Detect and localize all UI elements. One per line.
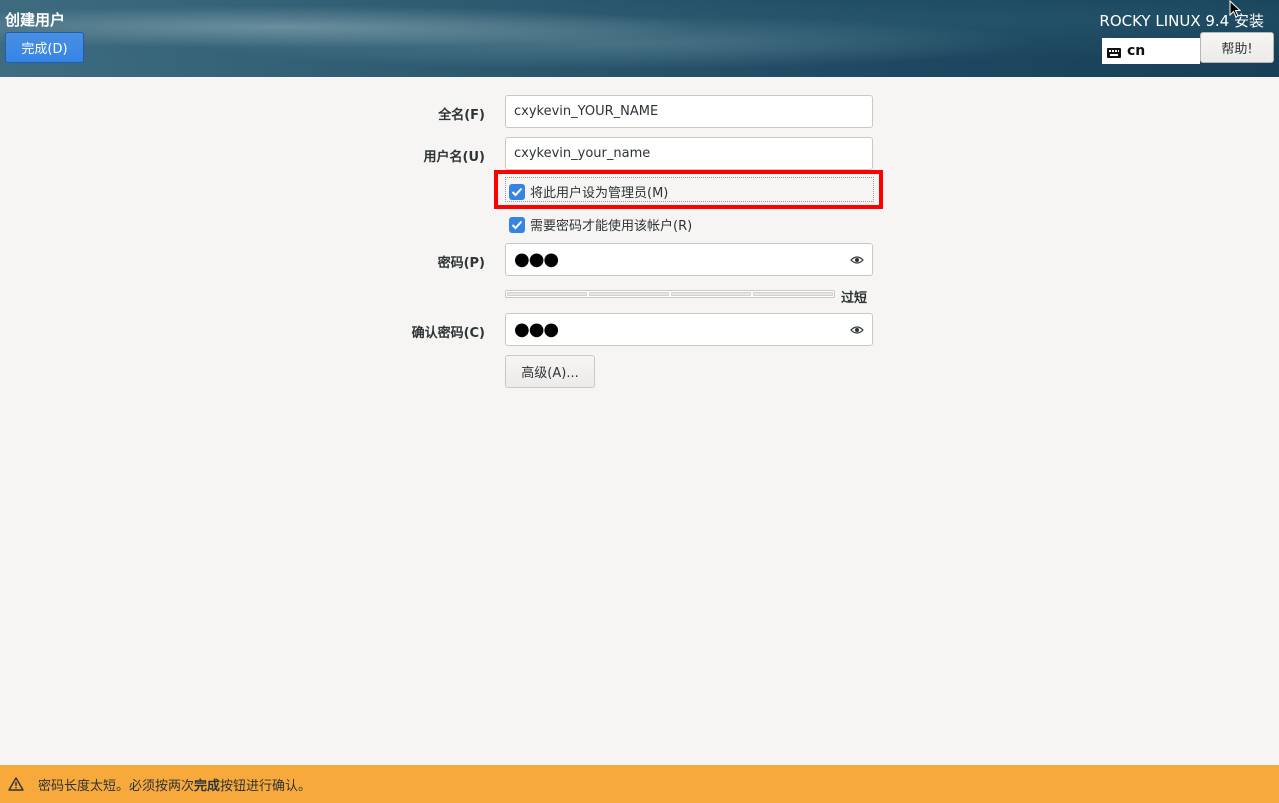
password-value: ●●● (514, 249, 559, 270)
warning-text-suffix: 按钮进行确认。 (220, 778, 312, 794)
warning-text: 密码长度太短。必须按两次完成按钮进行确认。 (38, 775, 311, 794)
strength-segment (671, 292, 751, 296)
confirm-password-field[interactable]: ●●● (505, 313, 873, 346)
username-field[interactable]: cxykevin_your_name (505, 137, 873, 170)
username-label: 用户名(U) (423, 150, 485, 165)
keyboard-layout-label: cn (1127, 43, 1146, 59)
strength-segment (507, 292, 587, 296)
require-password-checkbox[interactable]: 需要密码才能使用该帐户(R) (509, 215, 692, 234)
show-password-eye-icon[interactable] (850, 254, 864, 269)
fullname-value: cxykevin_YOUR_NAME (514, 104, 659, 119)
mouse-pointer-icon (1229, 0, 1242, 22)
password-strength-meter (505, 290, 835, 298)
password-field[interactable]: ●●● (505, 243, 873, 276)
confirm-password-value: ●●● (514, 319, 559, 340)
warning-text-bold: 完成 (194, 778, 221, 794)
annotation-highlight-box (494, 170, 883, 209)
keyboard-layout-indicator[interactable]: cn (1102, 38, 1200, 64)
help-button[interactable]: 帮助! (1200, 32, 1274, 63)
strength-segment (589, 292, 669, 296)
warning-bar[interactable]: 密码长度太短。必须按两次完成按钮进行确认。 (0, 765, 1279, 803)
confirm-password-label: 确认密码(C) (411, 326, 485, 341)
header-bar: 创建用户 完成(D) ROCKY LINUX 9.4 安装 cn 帮助! (0, 0, 1279, 77)
warning-icon (8, 777, 24, 791)
screen-title: 创建用户 (5, 11, 66, 29)
done-button[interactable]: 完成(D) (5, 32, 84, 63)
warning-text-prefix: 密码长度太短。必须按两次 (38, 778, 195, 794)
advanced-button[interactable]: 高级(A)... (505, 355, 595, 388)
show-password-eye-icon[interactable] (850, 324, 864, 339)
keyboard-icon (1107, 46, 1121, 58)
fullname-label: 全名(F) (438, 108, 485, 123)
checkbox-checked-icon (509, 216, 525, 233)
strength-segment (753, 292, 833, 296)
password-strength-label: 过短 (841, 291, 868, 306)
password-label: 密码(P) (437, 256, 485, 271)
username-value: cxykevin_your_name (514, 146, 651, 161)
require-password-label: 需要密码才能使用该帐户(R) (530, 219, 693, 234)
fullname-field[interactable]: cxykevin_YOUR_NAME (505, 95, 873, 128)
